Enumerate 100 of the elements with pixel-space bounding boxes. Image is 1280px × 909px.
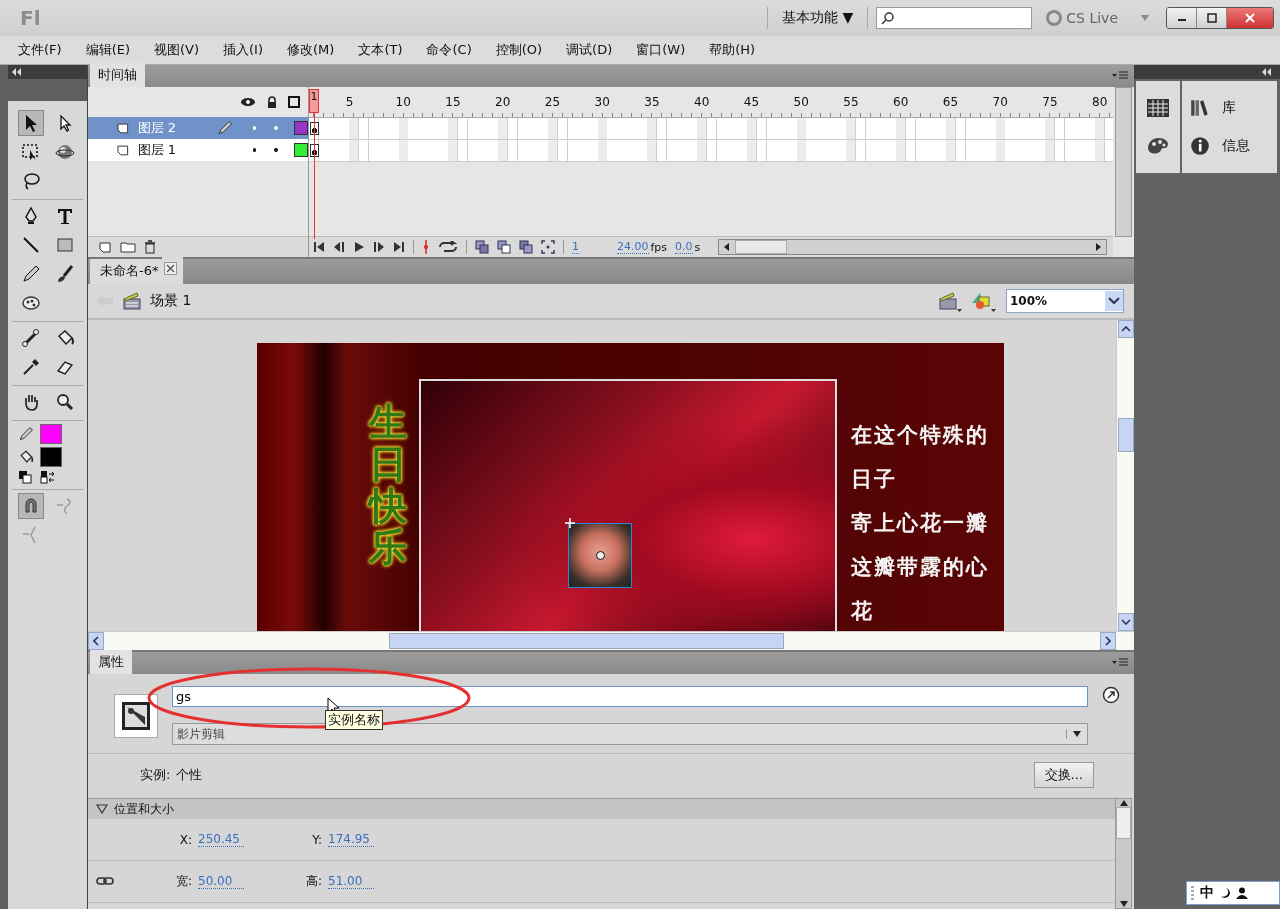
first-frame-icon[interactable] (313, 241, 325, 253)
center-frame-icon[interactable] (422, 240, 430, 254)
disclosure-icon[interactable] (96, 804, 108, 814)
step-forward-icon[interactable] (373, 241, 385, 253)
modify-markers-icon[interactable] (541, 240, 555, 254)
menu-item[interactable]: 视图(V) (154, 41, 200, 59)
scroll-thumb[interactable] (735, 240, 788, 254)
loop-icon[interactable] (438, 241, 458, 253)
panel-collapse-bar[interactable] (8, 65, 87, 79)
arrow-tool[interactable] (18, 110, 44, 136)
properties-tab[interactable]: 属性 (90, 650, 132, 674)
menu-item[interactable]: 命令(C) (426, 41, 472, 59)
frame-rate[interactable]: 24.00 (617, 240, 649, 254)
field-label: 高: (304, 873, 323, 890)
menu-item[interactable]: 窗口(W) (636, 41, 686, 59)
trash-icon[interactable] (144, 240, 156, 254)
menu-item[interactable]: 文件(F) (18, 41, 62, 59)
collapse-icon[interactable] (12, 68, 22, 76)
timeline-tab[interactable]: 时间轴 (90, 63, 145, 87)
panel-menu-icon[interactable] (1112, 658, 1128, 668)
document-tab[interactable]: 未命名-6* (90, 259, 163, 284)
scroll-down-button[interactable] (1117, 613, 1134, 631)
menu-item[interactable]: 帮助(H) (709, 41, 756, 59)
frame-number: 20 (495, 95, 511, 109)
unlocked-dot[interactable] (274, 126, 279, 130)
selected-instance[interactable] (568, 523, 632, 588)
layer-color[interactable] (294, 121, 308, 135)
magnet-tool[interactable] (18, 493, 44, 519)
menu-item[interactable]: 修改(M) (287, 41, 335, 59)
palette-icon[interactable] (1146, 135, 1170, 156)
play-icon[interactable] (353, 241, 365, 253)
vertical-scrollbar[interactable] (1115, 798, 1132, 909)
scroll-thumb[interactable] (1116, 807, 1131, 839)
frame-number: 65 (942, 95, 959, 109)
frame-number: 70 (992, 95, 1008, 109)
layer-color[interactable] (294, 143, 308, 157)
swap-button[interactable]: 交换... (1033, 762, 1094, 788)
workspace-switcher[interactable]: 基本功能 ▼ (776, 9, 860, 27)
swap-colors-icon[interactable] (40, 470, 56, 484)
visible-dot[interactable] (252, 148, 257, 152)
search-field[interactable] (876, 7, 1033, 29)
input-method-bar[interactable]: 中 (1186, 881, 1280, 905)
panel-button[interactable]: 库 (1188, 97, 1271, 119)
last-frame-icon[interactable] (393, 241, 405, 253)
scroll-right-button[interactable] (1100, 632, 1116, 650)
frame-number: 40 (694, 95, 710, 109)
new-layer-icon[interactable] (98, 240, 112, 254)
scroll-up-button[interactable] (1117, 320, 1134, 338)
maximize-button[interactable] (1197, 8, 1227, 28)
vertical-scrollbar[interactable] (1116, 320, 1134, 631)
poem-line: 这瓣带露的心 (851, 553, 990, 581)
scroll-left-button[interactable] (88, 632, 104, 650)
numeric-field[interactable]: 250.45 (198, 832, 244, 847)
scroll-thumb[interactable] (389, 633, 784, 649)
menu-item[interactable]: 文本(T) (358, 41, 403, 59)
onion-outline-icon[interactable] (497, 240, 511, 254)
chevron-right-icon (1105, 636, 1111, 646)
elapsed-time[interactable]: 0.0 (675, 240, 693, 254)
playhead[interactable]: 1 (309, 89, 319, 113)
layer-row[interactable]: 图层 1 (88, 139, 308, 161)
folder-icon[interactable] (120, 240, 136, 254)
current-frame[interactable]: 1 (572, 240, 579, 254)
default-colors-icon[interactable] (18, 470, 32, 484)
scroll-down-icon[interactable] (1119, 900, 1128, 908)
instance-name-field[interactable]: gs (172, 686, 1088, 707)
numeric-field[interactable]: 50.00 (198, 874, 244, 889)
minimize-button[interactable] (1167, 8, 1197, 28)
zoom-dropdown[interactable]: 100% (1006, 289, 1124, 313)
eye-icon[interactable] (240, 96, 256, 108)
numeric-field[interactable]: 51.00 (328, 874, 374, 889)
stroke-color-swatch[interactable] (40, 424, 62, 444)
menu-item[interactable]: 插入(I) (223, 41, 263, 59)
cs-live-button[interactable]: CS Live (1046, 10, 1118, 26)
close-tab-button[interactable] (162, 257, 184, 284)
visible-dot[interactable] (252, 126, 257, 130)
panel-label: 库 (1222, 99, 1236, 117)
lock-icon[interactable] (266, 96, 278, 108)
edit-frames-icon[interactable] (519, 240, 533, 254)
menu-item[interactable]: 控制(O) (495, 41, 543, 59)
frame-number: 10 (395, 95, 411, 109)
unlocked-dot[interactable] (274, 148, 279, 152)
chain-link-icon[interactable] (96, 875, 114, 886)
expand-panels-icon[interactable] (1262, 68, 1272, 76)
outline-icon[interactable] (288, 96, 300, 108)
vertical-scrollbar[interactable] (1115, 87, 1132, 237)
section-header[interactable]: 位置和大小 (88, 798, 1115, 819)
grid-icon[interactable] (1147, 98, 1169, 117)
menu-item[interactable]: 调试(D) (566, 41, 613, 59)
horizontal-scrollbar[interactable] (88, 631, 1134, 650)
onion-skin-icon[interactable] (475, 240, 489, 254)
chevron-up-icon (1120, 326, 1131, 332)
edit-scene-icon[interactable] (938, 290, 962, 312)
panel-menu-icon[interactable] (1112, 71, 1128, 81)
menu-item[interactable]: 编辑(E) (85, 41, 130, 59)
horizontal-scrollbar[interactable] (718, 239, 1107, 255)
scroll-thumb[interactable] (1117, 418, 1134, 453)
fill-color-swatch[interactable] (40, 447, 62, 467)
close-button[interactable] (1227, 8, 1273, 28)
step-back-icon[interactable] (333, 241, 345, 253)
panel-button[interactable]: 信息 (1188, 135, 1271, 157)
